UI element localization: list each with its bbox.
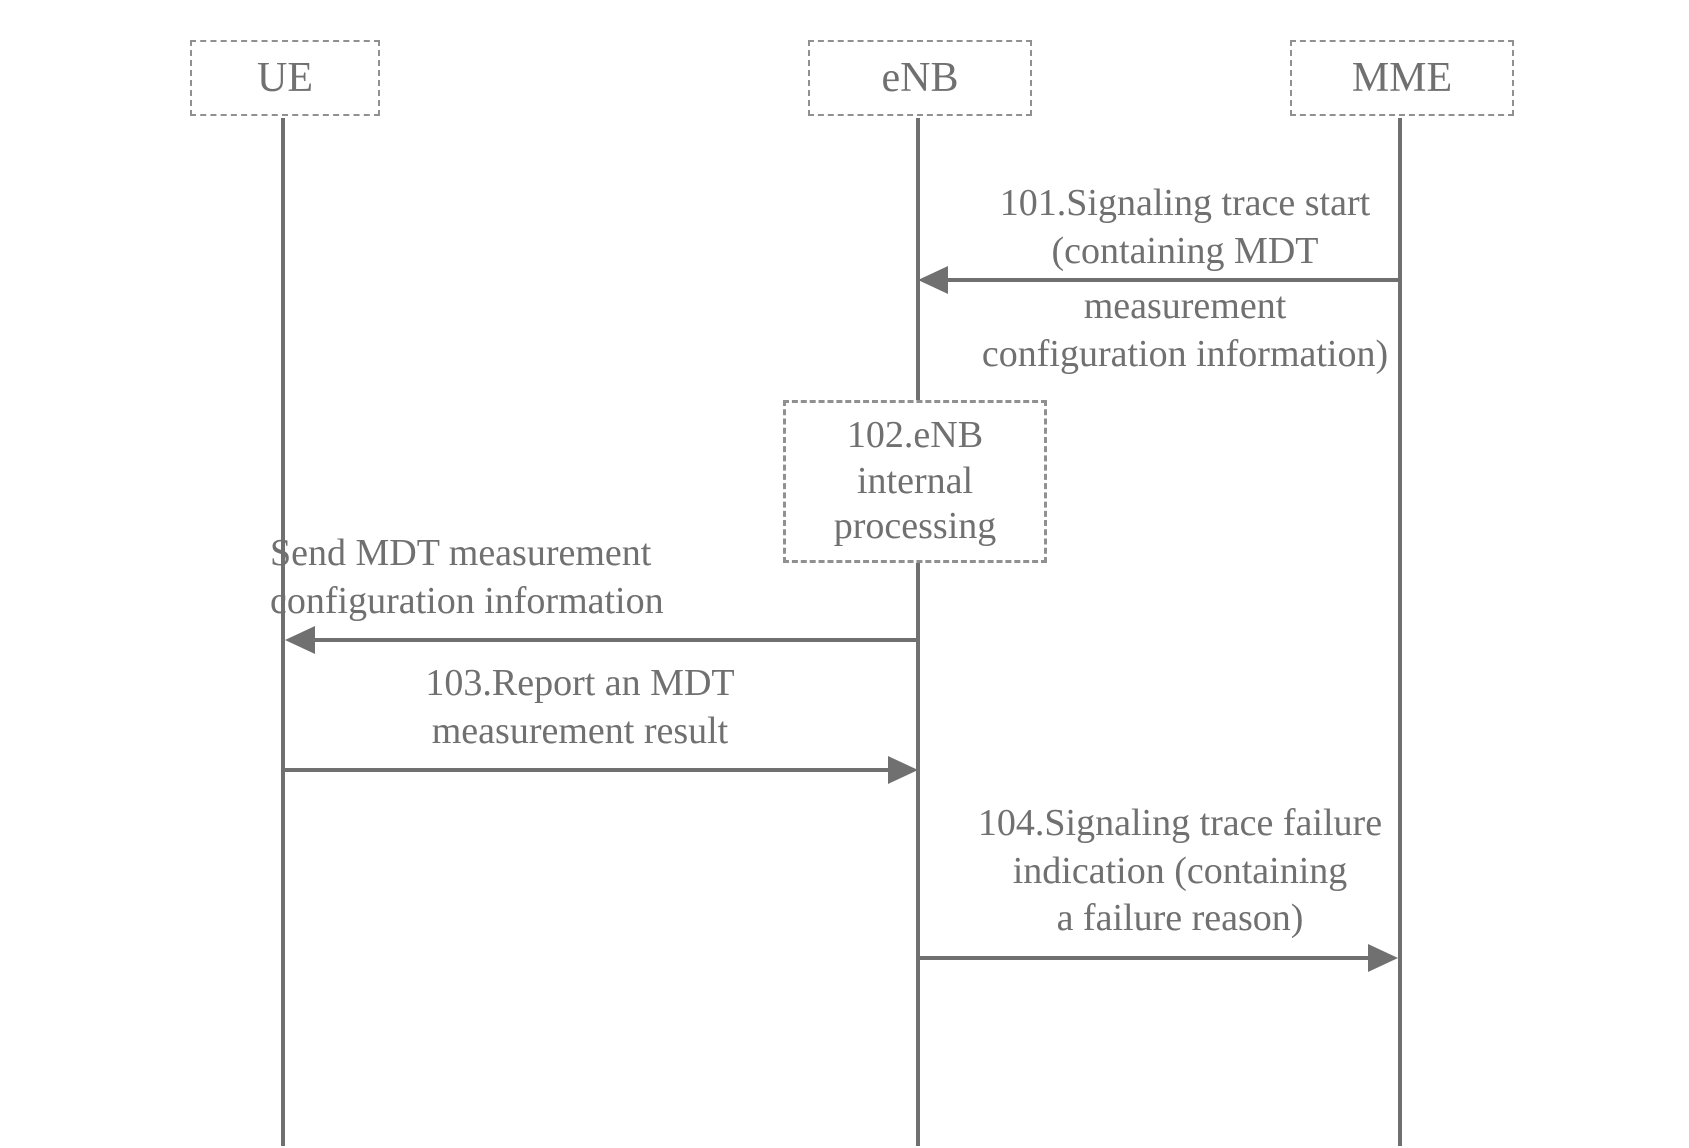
msg-101-l3: measurement: [1084, 285, 1287, 327]
process-102: 102.eNB internal processing: [783, 400, 1047, 563]
process-102-l1: 102.eNB: [847, 414, 983, 456]
msg-104-label: 104.Signaling trace failure indication (…: [940, 800, 1420, 943]
participant-ue: UE: [190, 40, 380, 116]
msg-101-l1: 101.Signaling trace start: [1000, 182, 1370, 224]
participant-ue-label: UE: [257, 55, 313, 101]
process-102-l3: processing: [834, 505, 997, 547]
msg-sendcfg-label: Send MDT measurement configuration infor…: [270, 530, 770, 625]
process-102-l2: internal: [857, 460, 973, 502]
msg-104-l1: 104.Signaling trace failure: [978, 802, 1382, 844]
participant-enb-label: eNB: [882, 55, 959, 101]
arrow-104-head: [1368, 944, 1398, 972]
msg-sendcfg-l1: Send MDT measurement: [270, 532, 651, 574]
arrow-sendcfg-head: [285, 626, 315, 654]
arrow-103: [285, 768, 890, 772]
msg-104-l2: indication (containing: [1013, 850, 1348, 892]
msg-101-label-below: measurement configuration information): [960, 283, 1410, 378]
msg-101-l4: configuration information): [982, 333, 1388, 375]
arrow-101: [946, 278, 1398, 282]
arrow-101-head: [918, 266, 948, 294]
msg-103-label: 103.Report an MDT measurement result: [310, 660, 850, 755]
participant-enb: eNB: [808, 40, 1032, 116]
participant-mme: MME: [1290, 40, 1514, 116]
arrow-sendcfg: [313, 638, 918, 642]
msg-103-l1: 103.Report an MDT: [425, 662, 734, 704]
msg-101-l2: (containing MDT: [1051, 230, 1318, 272]
msg-101-label: 101.Signaling trace start (containing MD…: [960, 180, 1410, 275]
arrow-104: [920, 956, 1370, 960]
arrow-103-head: [888, 756, 918, 784]
msg-103-l2: measurement result: [432, 710, 729, 752]
msg-104-l3: a failure reason): [1057, 897, 1304, 939]
participant-mme-label: MME: [1352, 55, 1452, 101]
msg-sendcfg-l2: configuration information: [270, 580, 664, 622]
